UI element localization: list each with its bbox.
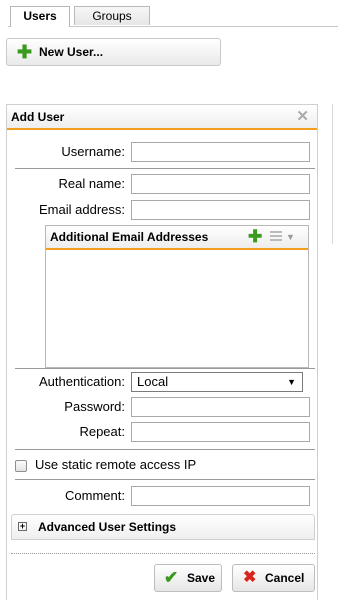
list-icon[interactable] xyxy=(270,231,282,241)
new-user-button[interactable]: ✚ New User... xyxy=(6,38,221,66)
password-row: Password: xyxy=(7,397,125,417)
close-icon: ✖ xyxy=(243,569,257,586)
advanced-settings-toggle[interactable]: + Advanced User Settings xyxy=(11,514,315,540)
email-label: Email address: xyxy=(39,202,125,217)
username-label: Username: xyxy=(61,144,125,159)
dialog-header: Add User ✕ xyxy=(7,104,317,130)
advanced-settings-label: Advanced User Settings xyxy=(38,520,177,534)
divider xyxy=(15,368,315,369)
additional-emails-title: Additional Email Addresses xyxy=(50,230,209,244)
authentication-value: Local xyxy=(137,374,169,389)
divider xyxy=(15,449,315,450)
real-name-input[interactable] xyxy=(131,174,310,194)
dropdown-arrow-icon: ▼ xyxy=(287,377,296,387)
check-icon: ✔ xyxy=(164,568,179,587)
tab-bar: Users Groups xyxy=(8,6,338,27)
username-row: Username: xyxy=(7,142,125,162)
add-email-icon[interactable]: ✚ xyxy=(248,228,262,246)
static-ip-checkbox[interactable] xyxy=(15,460,27,472)
authentication-select[interactable]: Local ▼ xyxy=(131,372,303,392)
divider xyxy=(15,168,315,169)
new-user-label: New User... xyxy=(39,45,104,59)
plus-icon: ✚ xyxy=(17,42,33,62)
comment-row: Comment: xyxy=(7,486,125,506)
save-button[interactable]: ✔ Save xyxy=(154,564,222,592)
email-row: Email address: xyxy=(7,200,125,220)
comment-label: Comment: xyxy=(65,488,125,503)
password-input[interactable] xyxy=(131,397,310,417)
divider xyxy=(15,479,315,480)
tab-groups[interactable]: Groups xyxy=(74,6,150,25)
static-ip-label[interactable]: Use static remote access IP xyxy=(35,455,196,475)
adjacent-panel-edge xyxy=(332,104,338,244)
divider xyxy=(11,553,315,554)
tab-users[interactable]: Users xyxy=(10,6,70,27)
expand-icon: + xyxy=(18,521,27,531)
repeat-label: Repeat: xyxy=(79,424,125,439)
save-label: Save xyxy=(187,571,216,585)
real-name-row: Real name: xyxy=(7,174,125,194)
repeat-row: Repeat: xyxy=(7,422,125,442)
cancel-label: Cancel xyxy=(265,571,305,585)
repeat-input[interactable] xyxy=(131,422,310,442)
additional-emails-header: Additional Email Addresses ✚ ▼ xyxy=(46,226,308,250)
chevron-down-icon[interactable]: ▼ xyxy=(286,226,295,248)
real-name-label: Real name: xyxy=(58,176,125,191)
password-label: Password: xyxy=(64,399,125,414)
add-user-dialog: Add User ✕ Username: Real name: Email ad… xyxy=(6,104,318,600)
authentication-label: Authentication: xyxy=(38,374,125,389)
comment-input[interactable] xyxy=(131,486,310,506)
additional-emails-panel: Additional Email Addresses ✚ ▼ xyxy=(45,225,309,368)
close-icon[interactable]: ✕ xyxy=(296,105,309,129)
dialog-title: Add User xyxy=(11,110,65,124)
cancel-button[interactable]: ✖ Cancel xyxy=(232,564,315,592)
username-input[interactable] xyxy=(131,142,310,162)
authentication-row: Authentication: xyxy=(7,372,125,392)
email-input[interactable] xyxy=(131,200,310,220)
